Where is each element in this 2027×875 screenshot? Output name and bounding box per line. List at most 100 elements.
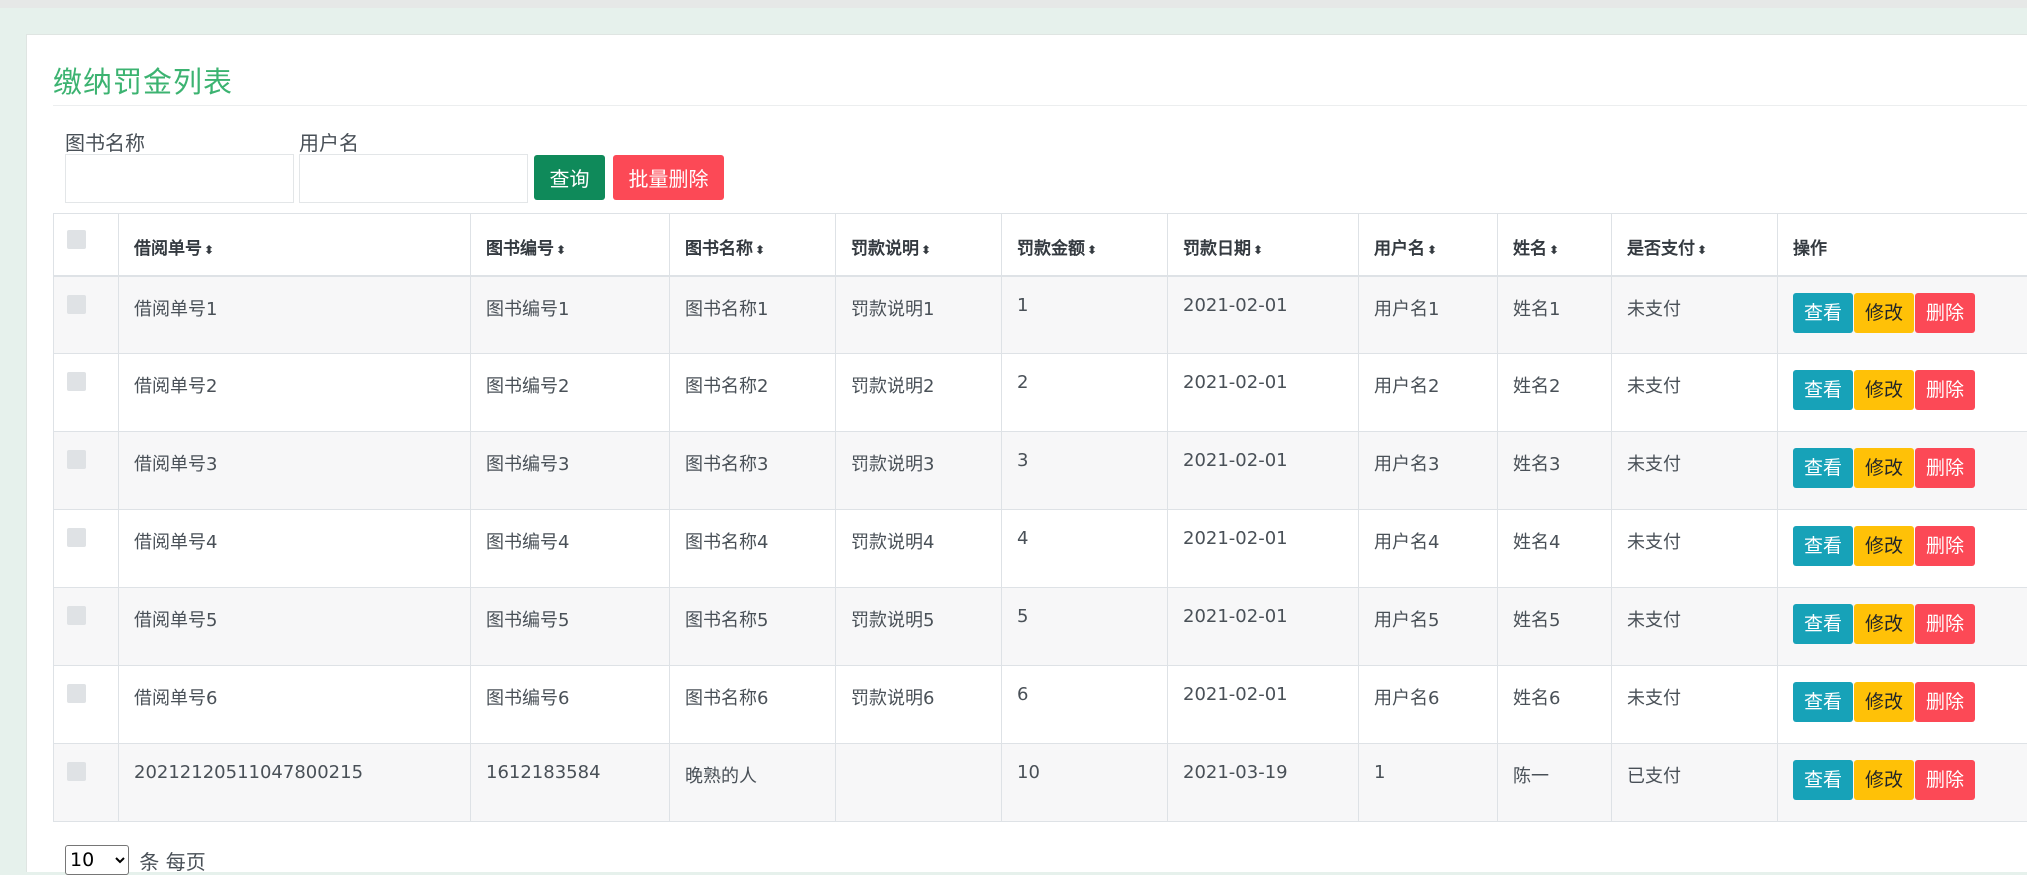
- delete-button[interactable]: 删除: [1915, 370, 1975, 410]
- sort-icon: ⬍: [1253, 243, 1263, 257]
- column-header[interactable]: 罚款说明⬍: [836, 214, 1002, 276]
- table-cell: 用户名5: [1359, 588, 1498, 666]
- table-cell: 用户名1: [1359, 276, 1498, 354]
- column-header[interactable]: 图书名称⬍: [670, 214, 836, 276]
- view-button[interactable]: 查看: [1793, 293, 1853, 333]
- pagination: 10 条 每页: [65, 845, 206, 875]
- table-cell: 6: [1002, 666, 1168, 744]
- sort-icon: ⬍: [1549, 243, 1559, 257]
- select-all-checkbox[interactable]: [67, 230, 86, 249]
- table-cell: 借阅单号4: [119, 510, 471, 588]
- table-row: 借阅单号3图书编号3图书名称3罚款说明332021-02-01用户名3姓名3未支…: [54, 432, 2027, 510]
- view-button[interactable]: 查看: [1793, 682, 1853, 722]
- edit-button[interactable]: 修改: [1854, 526, 1914, 566]
- table-row: 借阅单号6图书编号6图书名称6罚款说明662021-02-01用户名6姓名6未支…: [54, 666, 2027, 744]
- sort-icon: ⬍: [1697, 243, 1707, 257]
- table-cell: 2021-03-19: [1168, 744, 1359, 822]
- table-cell: 借阅单号3: [119, 432, 471, 510]
- row-actions: 查看修改删除: [1778, 744, 2027, 822]
- table-cell: 图书编号6: [471, 666, 670, 744]
- view-button[interactable]: 查看: [1793, 448, 1853, 488]
- page-title: 缴纳罚金列表: [53, 59, 233, 101]
- table-cell: 2021-02-01: [1168, 666, 1359, 744]
- column-header[interactable]: 用户名⬍: [1359, 214, 1498, 276]
- delete-button[interactable]: 删除: [1915, 604, 1975, 644]
- row-checkbox[interactable]: [67, 762, 86, 781]
- username-label: 用户名: [299, 127, 359, 156]
- table-cell: 图书编号5: [471, 588, 670, 666]
- edit-button[interactable]: 修改: [1854, 682, 1914, 722]
- table-cell: 5: [1002, 588, 1168, 666]
- delete-button[interactable]: 删除: [1915, 760, 1975, 800]
- table-cell: 图书名称4: [670, 510, 836, 588]
- table-cell: 用户名4: [1359, 510, 1498, 588]
- top-bar: [0, 0, 2027, 8]
- delete-button[interactable]: 删除: [1915, 526, 1975, 566]
- row-actions: 查看修改删除: [1778, 588, 2027, 666]
- sort-icon: ⬍: [1087, 243, 1097, 257]
- row-checkbox[interactable]: [67, 528, 86, 547]
- column-header[interactable]: 姓名⬍: [1498, 214, 1612, 276]
- table-cell: 用户名6: [1359, 666, 1498, 744]
- column-header[interactable]: 罚款金额⬍: [1002, 214, 1168, 276]
- view-button[interactable]: 查看: [1793, 604, 1853, 644]
- table-cell: 2021-02-01: [1168, 432, 1359, 510]
- table-cell: 用户名3: [1359, 432, 1498, 510]
- table-cell: 姓名1: [1498, 276, 1612, 354]
- column-header[interactable]: 图书编号⬍: [471, 214, 670, 276]
- book-name-input[interactable]: [65, 154, 294, 203]
- row-checkbox[interactable]: [67, 684, 86, 703]
- row-select-cell: [54, 744, 119, 822]
- table-cell: 借阅单号5: [119, 588, 471, 666]
- table-cell: 2021-02-01: [1168, 354, 1359, 432]
- table-cell: 罚款说明3: [836, 432, 1002, 510]
- table-cell: 图书名称1: [670, 276, 836, 354]
- table-cell: 晚熟的人: [670, 744, 836, 822]
- batch-delete-button[interactable]: 批量删除: [613, 155, 724, 200]
- table-row: 借阅单号4图书编号4图书名称4罚款说明442021-02-01用户名4姓名4未支…: [54, 510, 2027, 588]
- row-checkbox[interactable]: [67, 606, 86, 625]
- view-button[interactable]: 查看: [1793, 526, 1853, 566]
- edit-button[interactable]: 修改: [1854, 293, 1914, 333]
- sort-icon: ⬍: [921, 243, 931, 257]
- row-actions: 查看修改删除: [1778, 432, 2027, 510]
- column-header[interactable]: 是否支付⬍: [1612, 214, 1778, 276]
- table-cell: 姓名3: [1498, 432, 1612, 510]
- edit-button[interactable]: 修改: [1854, 604, 1914, 644]
- row-checkbox[interactable]: [67, 295, 86, 314]
- table-cell: 1612183584: [471, 744, 670, 822]
- table-row: 202121205110478002151612183584晚熟的人102021…: [54, 744, 2027, 822]
- table-row: 借阅单号2图书编号2图书名称2罚款说明222021-02-01用户名2姓名2未支…: [54, 354, 2027, 432]
- row-select-cell: [54, 588, 119, 666]
- edit-button[interactable]: 修改: [1854, 370, 1914, 410]
- query-button[interactable]: 查询: [534, 155, 605, 200]
- fine-table: 借阅单号⬍ 图书编号⬍ 图书名称⬍ 罚款说明⬍ 罚款金额⬍ 罚款日期⬍ 用户名⬍…: [53, 213, 2027, 822]
- table-row: 借阅单号1图书编号1图书名称1罚款说明112021-02-01用户名1姓名1未支…: [54, 276, 2027, 354]
- sort-icon: ⬍: [204, 243, 214, 257]
- table-cell: 用户名2: [1359, 354, 1498, 432]
- delete-button[interactable]: 删除: [1915, 293, 1975, 333]
- edit-button[interactable]: 修改: [1854, 760, 1914, 800]
- column-header[interactable]: 罚款日期⬍: [1168, 214, 1359, 276]
- sort-icon: ⬍: [1427, 243, 1437, 257]
- table-cell: 借阅单号2: [119, 354, 471, 432]
- title-divider: [53, 105, 2027, 106]
- column-header[interactable]: 借阅单号⬍: [119, 214, 471, 276]
- row-select-cell: [54, 666, 119, 744]
- row-checkbox[interactable]: [67, 372, 86, 391]
- view-button[interactable]: 查看: [1793, 370, 1853, 410]
- page-size-select[interactable]: 10: [65, 845, 129, 875]
- row-actions: 查看修改删除: [1778, 276, 2027, 354]
- view-button[interactable]: 查看: [1793, 760, 1853, 800]
- delete-button[interactable]: 删除: [1915, 682, 1975, 722]
- column-header-actions: 操作: [1778, 214, 2027, 276]
- delete-button[interactable]: 删除: [1915, 448, 1975, 488]
- row-actions: 查看修改删除: [1778, 354, 2027, 432]
- table-cell: 罚款说明1: [836, 276, 1002, 354]
- username-input[interactable]: [299, 154, 528, 203]
- table-cell: [836, 744, 1002, 822]
- table-cell: 未支付: [1612, 588, 1778, 666]
- row-checkbox[interactable]: [67, 450, 86, 469]
- edit-button[interactable]: 修改: [1854, 448, 1914, 488]
- table-cell: 未支付: [1612, 354, 1778, 432]
